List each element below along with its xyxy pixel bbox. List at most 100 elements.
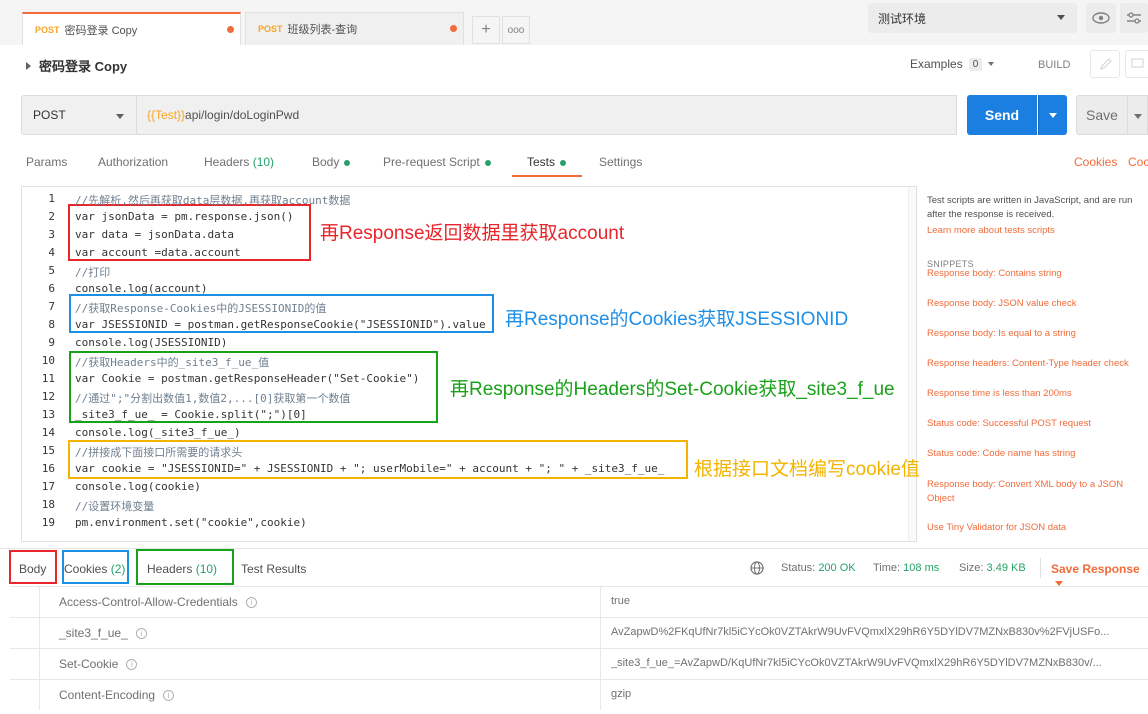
request-name[interactable]: 密码登录 Copy — [26, 56, 127, 75]
snippet-item[interactable]: Status code: Code name has string — [927, 448, 1075, 459]
table-row: Content-Encoding i gzip — [10, 679, 1148, 710]
pencil-icon — [1100, 58, 1112, 70]
line-number: 14 — [41, 426, 55, 439]
comments-button[interactable] — [1125, 50, 1148, 78]
info-icon[interactable]: i — [163, 690, 175, 702]
header-key-text: Access-Control-Allow-Credentials — [59, 595, 238, 609]
line-number: 6 — [48, 282, 55, 295]
size-value: 3.49 KB — [986, 562, 1026, 574]
url-input[interactable]: {{Test}} api/login/doLoginPwd — [137, 95, 957, 135]
table-row: _site3_f_ue_ i AvZapwD%2FKqUfNr7kl5iCYcOk0… — [10, 617, 1148, 648]
tab-authorization[interactable]: Authorization — [98, 155, 168, 169]
row-gutter — [10, 680, 40, 710]
url-variable: {{Test}} — [147, 108, 186, 122]
method-value: POST — [33, 108, 66, 122]
tab-request-login[interactable]: POST 密码登录 Copy — [22, 12, 241, 45]
code-line: var cookie = "JSESSIONID=" + JSESSIONID … — [75, 462, 665, 475]
snippet-item[interactable]: Use Tiny Validator for JSON data — [927, 522, 1066, 533]
line-number: 11 — [41, 372, 55, 385]
environment-select[interactable]: 测试环境 — [868, 3, 1077, 33]
environment-value: 测试环境 — [878, 11, 927, 26]
examples-label: Examples — [910, 57, 963, 71]
header-key: Set-Cookie i — [59, 657, 138, 671]
info-icon[interactable]: i — [245, 597, 257, 609]
code-line: //通过";"分割出数值1,数值2,...[0]获取第一个数值 — [75, 392, 351, 405]
code-line: console.log(cookie) — [75, 480, 201, 493]
unsaved-dot-icon — [227, 26, 234, 33]
row-gutter — [10, 618, 40, 648]
line-number: 8 — [48, 318, 55, 331]
tab-prerequest-label: Pre-request Script — [383, 155, 480, 169]
environment-quick-look-button[interactable] — [1086, 3, 1116, 33]
info-icon[interactable]: i — [126, 659, 138, 671]
line-number: 10 — [41, 354, 55, 367]
snippet-item[interactable]: Response body: Convert XML body to a JSO… — [927, 478, 1142, 506]
response-tab-headers[interactable]: Headers (10) — [147, 562, 217, 576]
tab-method: POST — [258, 24, 283, 34]
edit-button[interactable] — [1090, 50, 1120, 78]
response-tab-body[interactable]: Body — [19, 562, 46, 576]
annotation-account: 再Response返回数据里获取account — [320, 223, 625, 244]
network-globe-icon[interactable] — [750, 561, 764, 578]
cookies-link[interactable]: Cookies — [1074, 155, 1117, 169]
response-tab-cookies[interactable]: Cookies (2) — [64, 562, 125, 576]
manage-environments-button[interactable] — [1120, 3, 1148, 33]
response-tab-cookies-count: (2) — [110, 562, 126, 576]
tab-tests[interactable]: Tests — [527, 155, 567, 169]
tab-method: POST — [35, 24, 60, 35]
snippet-item[interactable]: Status code: Successful POST request — [927, 418, 1091, 429]
info-icon[interactable]: i — [135, 628, 147, 640]
line-number: 18 — [41, 498, 55, 511]
response-tab-test-results[interactable]: Test Results — [241, 562, 306, 576]
comment-icon — [1131, 58, 1144, 68]
snippet-item[interactable]: Response body: JSON value check — [927, 298, 1076, 309]
method-select[interactable]: POST — [21, 95, 137, 135]
editor-scrollbar[interactable] — [908, 187, 916, 541]
save-button[interactable]: Save — [1076, 95, 1128, 135]
code-link[interactable]: Coc — [1128, 155, 1148, 169]
caret-right-icon — [26, 61, 31, 70]
code-line: //设置环境变量 — [75, 500, 155, 513]
build-mode-toggle[interactable]: BUILD — [1038, 59, 1070, 71]
status-dot-icon — [484, 159, 491, 166]
code-line: console.log(_site3_f_ue_) — [75, 426, 241, 439]
line-number: 2 — [48, 210, 55, 223]
annotation-jsessionid: 再Response的Cookies获取JSESSIONID — [505, 309, 849, 330]
snippet-item[interactable]: Response body: Is equal to a string — [927, 328, 1076, 339]
tab-headers[interactable]: Headers (10) — [204, 155, 274, 169]
code-line: console.log(account) — [75, 282, 208, 295]
snippet-item[interactable]: Response time is less than 200ms — [927, 388, 1072, 399]
more-tabs-button[interactable]: ooo — [502, 16, 530, 44]
send-options-button[interactable] — [1038, 95, 1067, 135]
examples-dropdown[interactable]: Examples 0 — [910, 57, 995, 71]
tab-pre-request-script[interactable]: Pre-request Script — [383, 155, 491, 169]
response-tab-headers-count: (10) — [195, 562, 218, 576]
send-button[interactable]: Send — [967, 95, 1037, 135]
line-number: 16 — [41, 462, 55, 475]
line-number: 12 — [41, 390, 55, 403]
status-readout: Status: 200 OK — [781, 562, 856, 574]
code-line: //拼接成下面接口所需要的请求头 — [75, 446, 243, 459]
header-value: gzip — [611, 688, 632, 700]
tab-request-class-list[interactable]: POST 班级列表-查询 — [245, 12, 464, 45]
new-tab-button[interactable]: + — [472, 16, 500, 44]
more-icon: ooo — [507, 24, 525, 36]
code-line: var jsonData = pm.response.json() — [75, 210, 294, 223]
header-value: AvZapwD%2FKqUfNr7kl5iCYcOk0VZTAkrW9UvFVQ… — [611, 626, 1110, 638]
tab-params[interactable]: Params — [26, 155, 67, 169]
time-value: 108 ms — [903, 562, 940, 574]
unsaved-dot-icon — [450, 25, 457, 32]
chevron-down-icon — [116, 114, 124, 119]
header-key: _site3_f_ue_ i — [59, 626, 147, 640]
plus-icon: + — [481, 21, 491, 38]
chevron-down-icon — [988, 62, 995, 66]
column-divider — [600, 680, 601, 710]
tab-settings[interactable]: Settings — [599, 155, 642, 169]
line-number: 7 — [48, 300, 55, 313]
tab-body[interactable]: Body — [312, 155, 351, 169]
snippet-item[interactable]: Response body: Contains string — [927, 268, 1062, 279]
snippet-item[interactable]: Response headers: Content-Type header ch… — [927, 358, 1129, 369]
chevron-down-icon — [1049, 112, 1057, 118]
save-options-button[interactable] — [1128, 95, 1148, 135]
learn-more-link[interactable]: Learn more about tests scripts — [927, 225, 1055, 236]
